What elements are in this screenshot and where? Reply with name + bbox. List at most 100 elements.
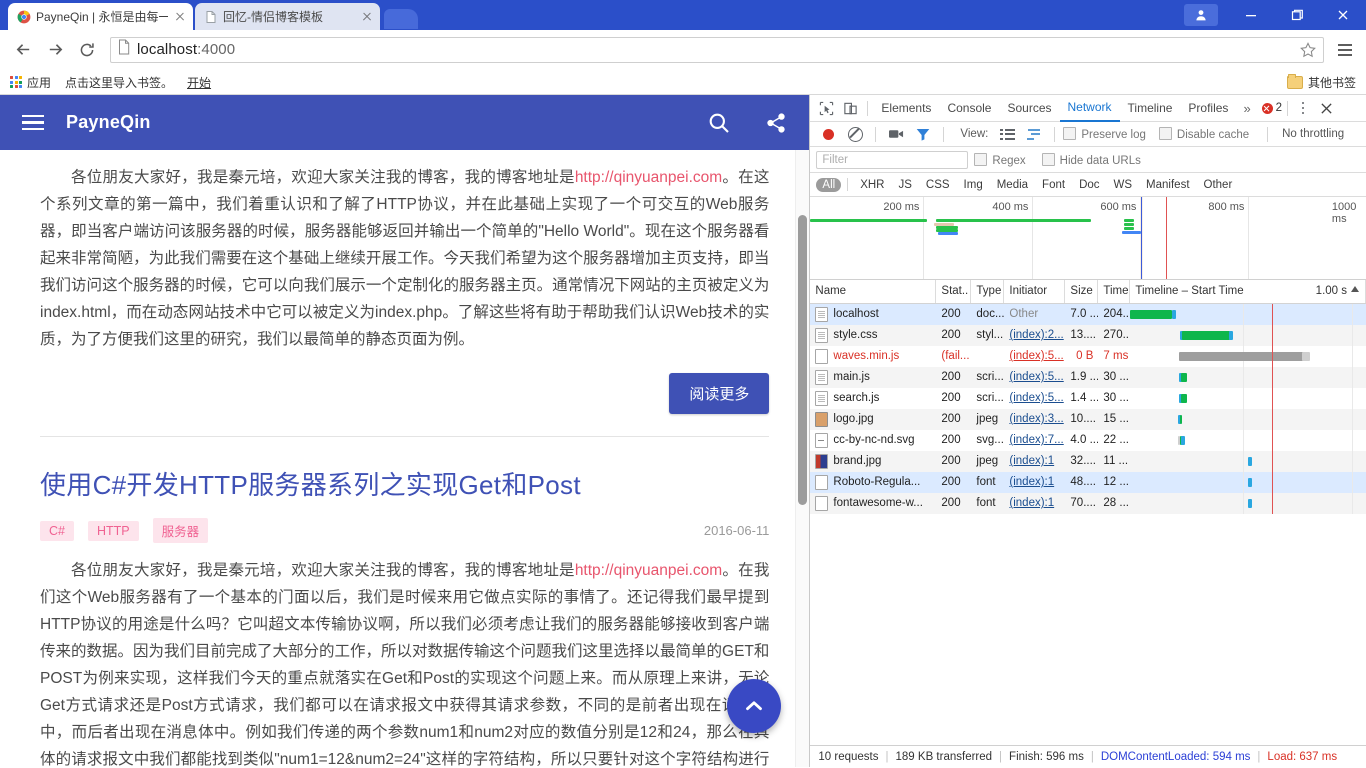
tab-sources[interactable]: Sources — [999, 95, 1059, 121]
filter-input[interactable] — [816, 150, 969, 169]
column-timeline[interactable]: Timeline – Start Time 1.00 s — [1130, 280, 1366, 303]
initiator-link[interactable]: (index):5... — [1009, 371, 1063, 383]
initiator-link[interactable]: (index):2... — [1009, 329, 1063, 341]
bookmark-apps-label[interactable]: 应用 — [27, 74, 51, 91]
search-icon[interactable] — [707, 111, 731, 135]
type-filter-doc[interactable]: Doc — [1073, 178, 1105, 192]
blog-link[interactable]: http://qinyuanpei.com — [575, 562, 722, 579]
sort-caret-icon[interactable] — [1351, 286, 1359, 292]
initiator-link[interactable]: (index):3... — [1009, 413, 1063, 425]
cell-initiator[interactable]: (index):7... — [1004, 430, 1065, 451]
regex-option[interactable]: Regex — [974, 152, 1026, 167]
waterfall-view-button[interactable] — [1022, 122, 1046, 146]
clear-button[interactable] — [843, 122, 867, 146]
read-more-button[interactable]: 阅读更多 — [669, 373, 770, 414]
share-icon[interactable] — [765, 112, 787, 134]
type-filter-manifest[interactable]: Manifest — [1140, 178, 1195, 192]
preserve-log-checkbox[interactable] — [1063, 127, 1077, 140]
cell-initiator[interactable]: (index):1 — [1004, 493, 1065, 514]
regex-checkbox[interactable] — [974, 152, 988, 166]
column-name[interactable]: Name — [810, 280, 937, 303]
capture-screenshots-button[interactable] — [884, 122, 908, 146]
forward-button[interactable] — [40, 35, 70, 65]
type-filter-all[interactable]: All — [816, 177, 842, 192]
tab-network[interactable]: Network — [1059, 94, 1120, 122]
type-filter-css[interactable]: CSS — [920, 178, 956, 192]
cell-initiator[interactable]: (index):1 — [1004, 451, 1065, 472]
page-scrollbar-thumb[interactable] — [798, 215, 808, 505]
devtools-menu-icon[interactable] — [1293, 96, 1313, 120]
table-row[interactable]: waves.min.js (fail... (index):5... 0 B 7 ms — [810, 346, 1366, 367]
post-tag[interactable]: HTTP — [87, 520, 139, 541]
initiator-link[interactable]: (index):5... — [1009, 350, 1063, 362]
type-filter-ws[interactable]: WS — [1108, 178, 1139, 192]
table-row[interactable]: search.js 200 scri... (index):5... 1.4 ... 30… — [810, 388, 1366, 409]
apps-shortcut[interactable]: 应用 — [10, 74, 51, 91]
initiator-link[interactable]: (index):1 — [1009, 455, 1054, 467]
toggle-device-toolbar-icon[interactable] — [838, 96, 862, 120]
initiator-link[interactable]: (index):1 — [1009, 476, 1054, 488]
cell-initiator[interactable]: (index):1 — [1004, 472, 1065, 493]
post-tag[interactable]: C# — [40, 520, 74, 541]
browser-tab-2[interactable]: 回忆-情侣博客模板 — [195, 3, 380, 30]
hide-data-urls-checkbox[interactable] — [1041, 152, 1055, 166]
type-filter-media[interactable]: Media — [991, 178, 1034, 192]
close-icon[interactable] — [360, 10, 374, 24]
table-row[interactable]: Roboto-Regula... 200 font (index):1 48.... 12… — [810, 472, 1366, 493]
browser-tab-1[interactable]: PayneQin | 永恒是由每一 — [8, 3, 193, 30]
table-row[interactable]: main.js 200 scri... (index):5... 1.9 ... 30 .… — [810, 367, 1366, 388]
close-icon[interactable] — [173, 10, 187, 24]
cell-initiator[interactable]: (index):5... — [1004, 367, 1065, 388]
column-type[interactable]: Type — [971, 280, 1005, 303]
cell-initiator[interactable]: (index):2... — [1004, 325, 1065, 346]
column-status[interactable]: Stat.. — [936, 280, 972, 303]
bookmark-import-hint[interactable]: 点击这里导入书签。 — [65, 74, 173, 91]
type-filter-img[interactable]: Img — [958, 178, 989, 192]
error-count-badge[interactable]: 2 — [1261, 102, 1282, 114]
throttling-select[interactable]: No throttling — [1282, 128, 1344, 140]
blog-link[interactable]: http://qinyuanpei.com — [575, 169, 722, 186]
disable-cache-checkbox[interactable] — [1158, 127, 1172, 140]
initiator-link[interactable]: (index):5... — [1009, 392, 1063, 404]
tab-console[interactable]: Console — [939, 95, 999, 121]
cell-initiator[interactable]: (index):3... — [1004, 409, 1065, 430]
table-row[interactable]: logo.jpg 200 jpeg (index):3... 10.... 15 ... — [810, 409, 1366, 430]
new-tab-button[interactable] — [384, 9, 418, 29]
initiator-link[interactable]: (index):1 — [1009, 497, 1054, 509]
initiator-link[interactable]: (index):7... — [1009, 434, 1063, 446]
cell-initiator[interactable]: (index):5... — [1004, 346, 1065, 367]
tab-elements[interactable]: Elements — [873, 95, 939, 121]
menu-icon[interactable] — [22, 114, 44, 131]
column-size[interactable]: Size — [1065, 280, 1099, 303]
table-row[interactable]: cc-by-nc-nd.svg 200 svg... (index):7... 4.0 … — [810, 430, 1366, 451]
page-scrollbar-track[interactable] — [795, 150, 810, 767]
post-tag[interactable]: 服务器 — [152, 518, 209, 543]
more-tabs-icon[interactable]: » — [1236, 101, 1257, 116]
column-time[interactable]: Time — [1098, 280, 1131, 303]
filter-toggle-button[interactable] — [911, 122, 935, 146]
type-filter-other[interactable]: Other — [1198, 178, 1239, 192]
inspect-element-icon[interactable] — [814, 96, 838, 120]
bookmark-start[interactable]: 开始 — [187, 74, 211, 91]
preserve-log-option[interactable]: Preserve log — [1063, 127, 1146, 141]
maximize-button[interactable] — [1274, 0, 1320, 30]
devtools-close-icon[interactable] — [1313, 96, 1339, 120]
cell-initiator[interactable]: Other — [1004, 304, 1065, 325]
list-view-button[interactable] — [995, 122, 1019, 146]
reload-button[interactable] — [72, 35, 102, 65]
hide-data-urls-option[interactable]: Hide data URLs — [1041, 152, 1141, 167]
type-filter-js[interactable]: JS — [892, 178, 917, 192]
type-filter-font[interactable]: Font — [1036, 178, 1071, 192]
minimize-button[interactable] — [1228, 0, 1274, 30]
column-initiator[interactable]: Initiator — [1004, 280, 1066, 303]
network-overview-graph[interactable]: 200 ms 400 ms 600 ms 800 ms 1000 ms — [810, 197, 1366, 280]
chrome-menu-button[interactable] — [1332, 35, 1358, 65]
table-row[interactable]: fontawesome-w... 200 font (index):1 70.... 28… — [810, 493, 1366, 514]
disable-cache-option[interactable]: Disable cache — [1158, 127, 1249, 141]
back-button[interactable] — [8, 35, 38, 65]
other-bookmarks[interactable]: 其他书签 — [1286, 73, 1356, 91]
address-bar[interactable]: localhost:4000 — [110, 36, 1324, 63]
profile-avatar-icon[interactable] — [1184, 4, 1218, 26]
network-request-table[interactable]: Name Stat.. Type Initiator Size Time Tim… — [810, 280, 1366, 745]
close-window-button[interactable] — [1320, 0, 1366, 30]
